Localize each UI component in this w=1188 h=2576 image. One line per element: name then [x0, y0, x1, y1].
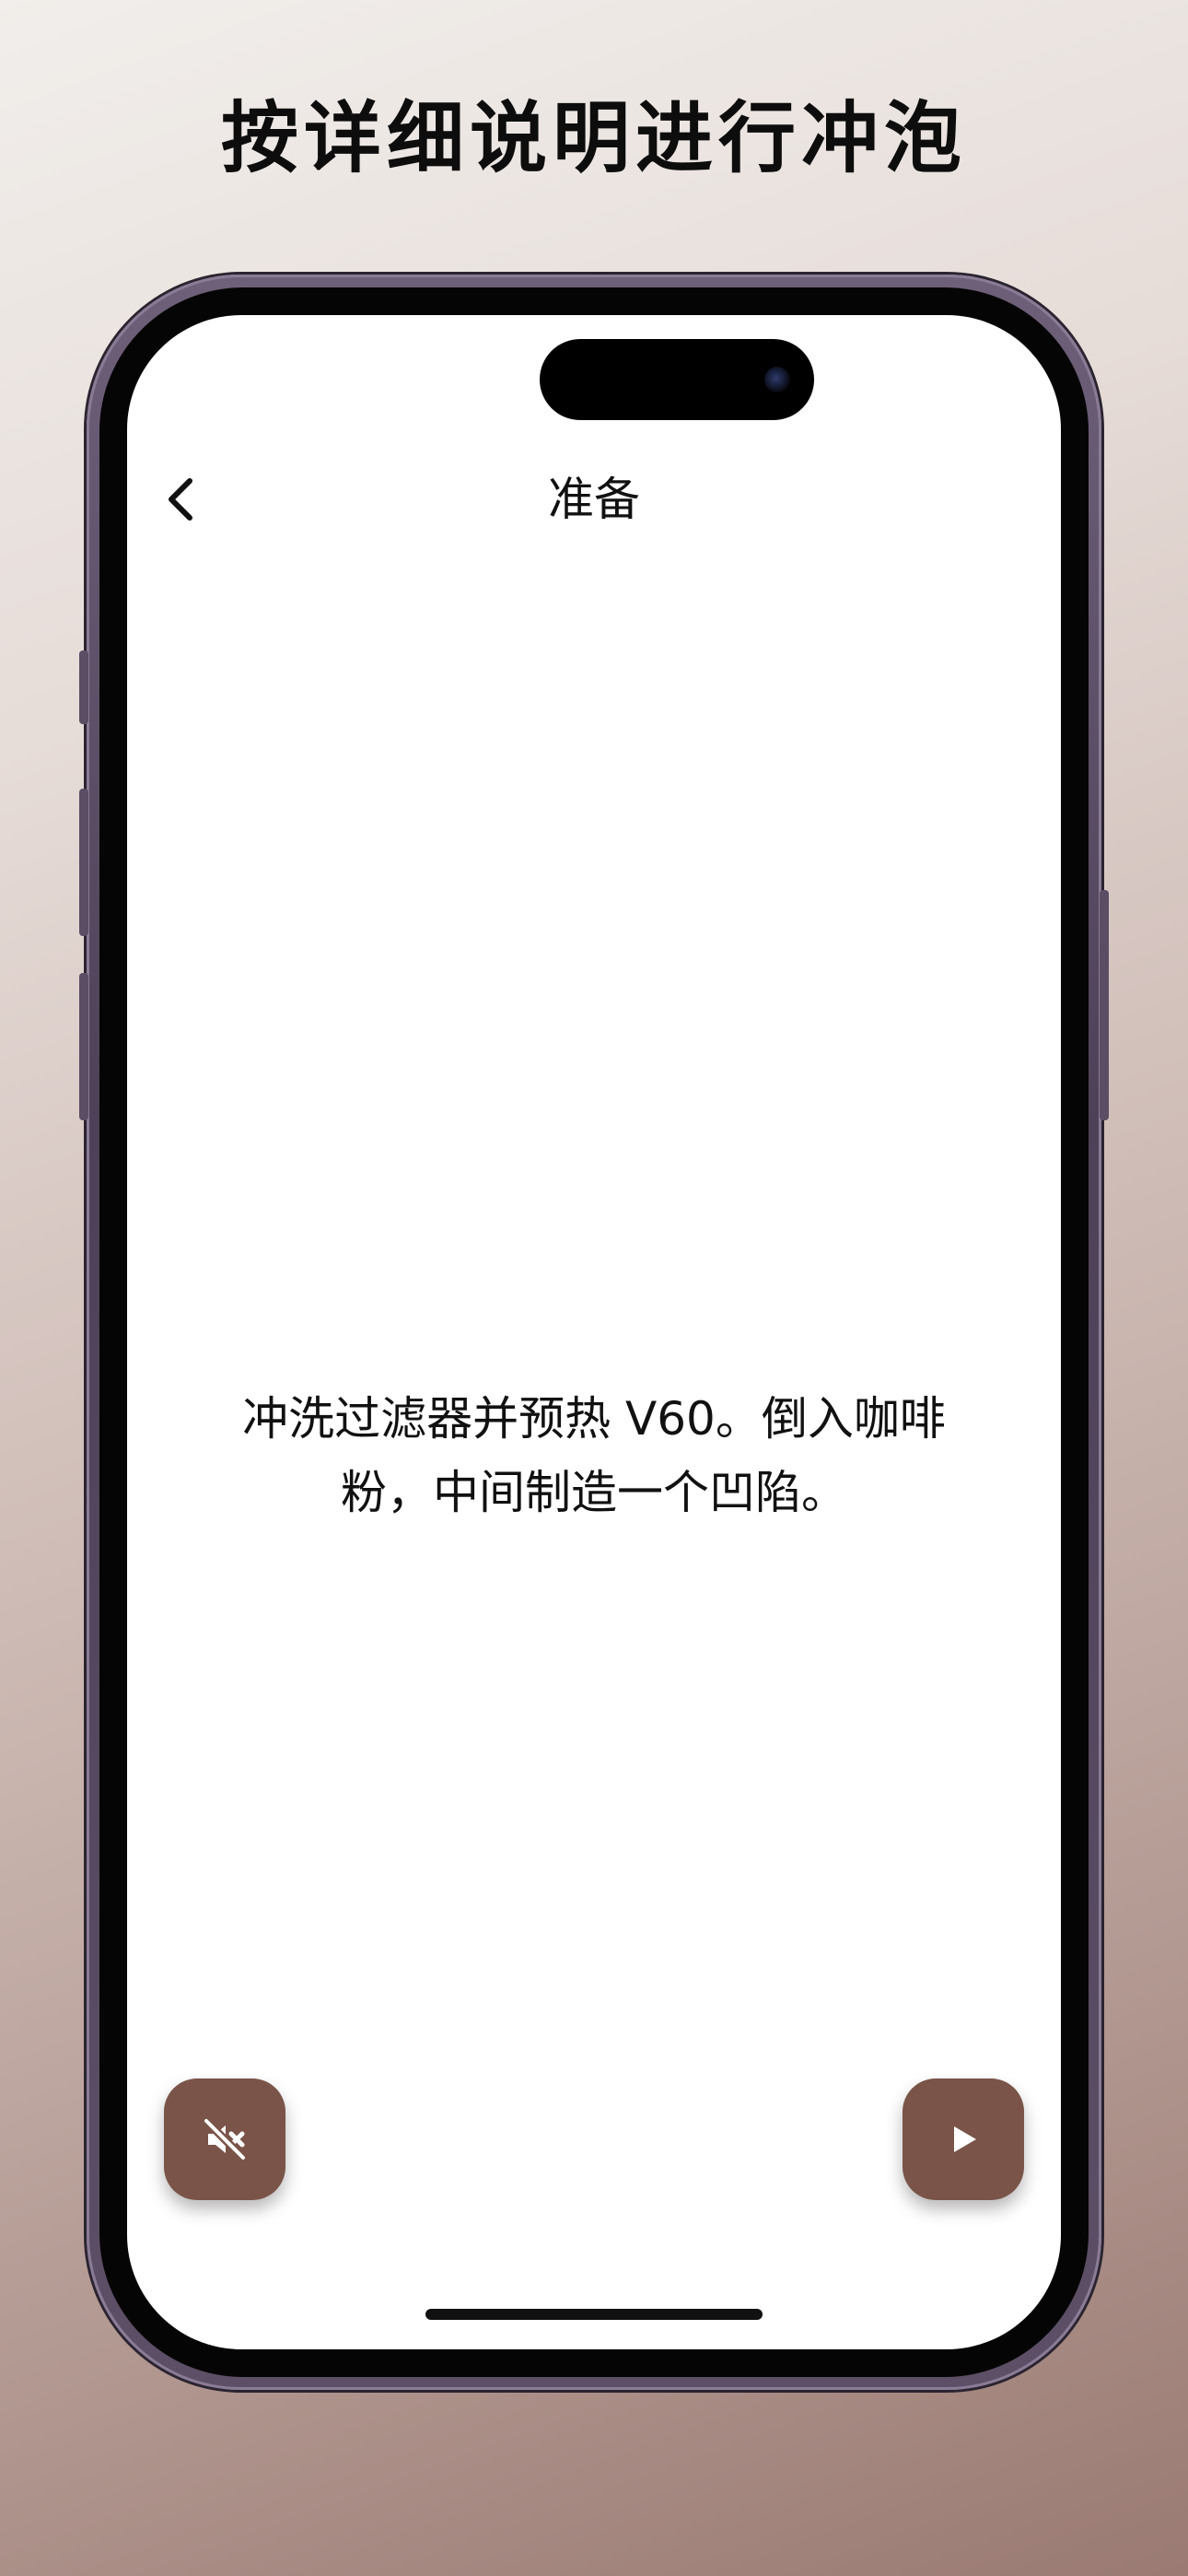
play-icon: [954, 2126, 976, 2152]
screen-holder: 准备 冲洗过滤器并预热 V60。倒入咖啡 粉，中间制造一个凹陷。: [87, 275, 1101, 2390]
instruction-text: 冲洗过滤器并预热 V60。倒入咖啡 粉，中间制造一个凹陷。: [182, 1382, 1006, 1529]
marketing-headline: 按详细说明进行冲泡: [220, 92, 967, 183]
dynamic-island: [540, 339, 814, 420]
speaker-muted-icon: [202, 2116, 248, 2162]
instruction-line-2: 粉，中间制造一个凹陷。: [341, 1466, 847, 1519]
page-title: 准备: [548, 473, 640, 526]
camera-icon: [764, 367, 790, 392]
app-screen: 准备 冲洗过滤器并预热 V60。倒入咖啡 粉，中间制造一个凹陷。: [127, 315, 1061, 2349]
play-button[interactable]: [903, 2078, 1024, 2200]
instruction-line-1: 冲洗过滤器并预热 V60。倒入咖啡: [242, 1392, 946, 1446]
home-indicator: [425, 2309, 763, 2320]
mute-button[interactable]: [164, 2078, 285, 2200]
